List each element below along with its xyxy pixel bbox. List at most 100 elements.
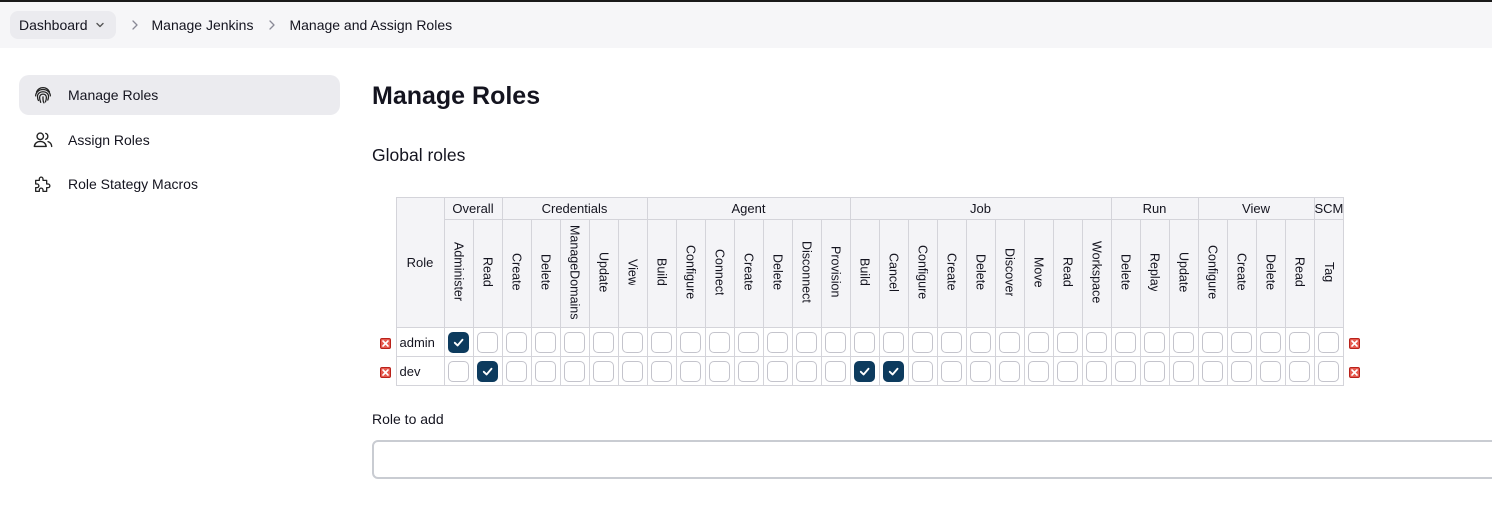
permission-checkbox[interactable] bbox=[825, 331, 846, 353]
permission-checkbox[interactable] bbox=[1144, 360, 1165, 382]
permission-header: Administer bbox=[443, 219, 474, 328]
permission-checkbox[interactable] bbox=[1115, 360, 1136, 382]
permission-checkbox[interactable] bbox=[535, 360, 556, 382]
permission-checkbox[interactable] bbox=[999, 360, 1020, 382]
permission-checkbox[interactable] bbox=[593, 331, 614, 353]
permission-cell bbox=[1197, 327, 1228, 357]
permission-label: Read bbox=[1060, 257, 1075, 287]
permission-checkbox[interactable] bbox=[564, 360, 585, 382]
permission-checkbox[interactable] bbox=[622, 360, 643, 382]
delete-cell bbox=[1344, 357, 1365, 386]
permission-checkbox[interactable] bbox=[535, 331, 556, 353]
permission-checkbox[interactable] bbox=[1202, 331, 1223, 353]
permission-checkbox[interactable] bbox=[622, 331, 643, 353]
permission-checkbox[interactable] bbox=[1202, 360, 1223, 382]
breadcrumb-manage-jenkins[interactable]: Manage Jenkins bbox=[152, 17, 254, 33]
permission-label: Connect bbox=[712, 248, 727, 296]
breadcrumb-dashboard[interactable]: Dashboard bbox=[10, 11, 116, 39]
permission-checkbox[interactable] bbox=[680, 360, 701, 382]
permission-checkbox[interactable] bbox=[651, 331, 672, 353]
permission-checkbox[interactable] bbox=[1289, 331, 1310, 353]
permission-checkbox[interactable] bbox=[448, 331, 469, 353]
permission-checkbox[interactable] bbox=[1115, 331, 1136, 353]
permission-checkbox[interactable] bbox=[709, 360, 730, 382]
permission-cell bbox=[1139, 356, 1170, 386]
permission-cell bbox=[820, 327, 851, 357]
delete-role-icon[interactable] bbox=[379, 337, 391, 349]
permission-checkbox[interactable] bbox=[1173, 360, 1194, 382]
permission-checkbox[interactable] bbox=[825, 360, 846, 382]
permission-checkbox[interactable] bbox=[1260, 360, 1281, 382]
permission-checkbox[interactable] bbox=[477, 360, 498, 382]
permission-checkbox[interactable] bbox=[477, 331, 498, 353]
permission-header: Create bbox=[733, 219, 764, 328]
role-column-header: Role bbox=[395, 197, 445, 328]
permission-label: Create bbox=[944, 253, 959, 291]
permission-checkbox[interactable] bbox=[854, 360, 875, 382]
permission-checkbox[interactable] bbox=[941, 360, 962, 382]
permission-checkbox[interactable] bbox=[1028, 360, 1049, 382]
permission-checkbox[interactable] bbox=[796, 360, 817, 382]
sidebar-item-assign-roles[interactable]: Assign Roles bbox=[19, 120, 340, 160]
permission-checkbox[interactable] bbox=[970, 331, 991, 353]
permission-checkbox[interactable] bbox=[970, 360, 991, 382]
permission-checkbox[interactable] bbox=[883, 331, 904, 353]
permission-label: Discover bbox=[1002, 247, 1017, 297]
permission-header: Update bbox=[1168, 219, 1199, 328]
spacer bbox=[375, 198, 396, 328]
permission-checkbox[interactable] bbox=[941, 331, 962, 353]
permission-checkbox[interactable] bbox=[709, 331, 730, 353]
permission-checkbox[interactable] bbox=[912, 331, 933, 353]
permission-label: Delete bbox=[1118, 253, 1133, 291]
sidebar-item-role-strategy-macros[interactable]: Role Stategy Macros bbox=[19, 164, 340, 204]
permission-cell bbox=[849, 327, 880, 357]
permission-checkbox[interactable] bbox=[1318, 360, 1340, 382]
permission-checkbox[interactable] bbox=[506, 331, 527, 353]
breadcrumb-manage-assign-roles[interactable]: Manage and Assign Roles bbox=[289, 17, 452, 33]
chevron-down-icon[interactable] bbox=[94, 19, 106, 31]
permission-label: Provision bbox=[828, 246, 843, 298]
permission-checkbox[interactable] bbox=[680, 331, 701, 353]
permission-checkbox[interactable] bbox=[593, 360, 614, 382]
permission-cell bbox=[936, 356, 967, 386]
permission-cell bbox=[1284, 356, 1315, 386]
permission-checkbox[interactable] bbox=[883, 360, 904, 382]
permission-label: Read bbox=[1292, 257, 1307, 287]
permission-checkbox[interactable] bbox=[912, 360, 933, 382]
permission-cell bbox=[1023, 327, 1054, 357]
permission-checkbox[interactable] bbox=[1173, 331, 1194, 353]
permission-checkbox[interactable] bbox=[796, 331, 817, 353]
permission-checkbox[interactable] bbox=[1028, 331, 1049, 353]
permission-checkbox[interactable] bbox=[999, 331, 1020, 353]
permission-checkbox[interactable] bbox=[767, 360, 788, 382]
permission-checkbox[interactable] bbox=[1289, 360, 1310, 382]
permission-checkbox[interactable] bbox=[738, 331, 759, 353]
permission-checkbox[interactable] bbox=[1144, 331, 1165, 353]
permission-checkbox[interactable] bbox=[1086, 331, 1107, 353]
permission-checkbox[interactable] bbox=[506, 360, 527, 382]
permission-checkbox[interactable] bbox=[651, 360, 672, 382]
permission-header: Build bbox=[849, 219, 880, 328]
sidebar-item-manage-roles[interactable]: Manage Roles bbox=[19, 75, 340, 115]
permission-checkbox[interactable] bbox=[1057, 331, 1078, 353]
permission-checkbox[interactable] bbox=[854, 331, 875, 353]
delete-role-icon[interactable] bbox=[1349, 366, 1361, 378]
permission-checkbox[interactable] bbox=[564, 331, 585, 353]
permission-checkbox[interactable] bbox=[1057, 360, 1078, 382]
role-to-add-input[interactable] bbox=[372, 440, 1492, 479]
permission-header: Read bbox=[1052, 219, 1083, 328]
permission-checkbox[interactable] bbox=[1231, 360, 1252, 382]
permission-cell bbox=[936, 327, 967, 357]
permission-checkbox[interactable] bbox=[1086, 360, 1107, 382]
permission-checkbox[interactable] bbox=[1231, 331, 1252, 353]
permission-checkbox[interactable] bbox=[1318, 331, 1340, 353]
permission-cell bbox=[472, 356, 503, 386]
permission-checkbox[interactable] bbox=[1260, 331, 1281, 353]
breadcrumb-dashboard-label: Dashboard bbox=[19, 17, 88, 33]
delete-role-icon[interactable] bbox=[379, 366, 391, 378]
delete-role-icon[interactable] bbox=[1349, 337, 1361, 349]
permission-checkbox[interactable] bbox=[448, 360, 469, 382]
permission-checkbox[interactable] bbox=[738, 360, 759, 382]
permission-cell bbox=[1197, 356, 1228, 386]
permission-checkbox[interactable] bbox=[767, 331, 788, 353]
